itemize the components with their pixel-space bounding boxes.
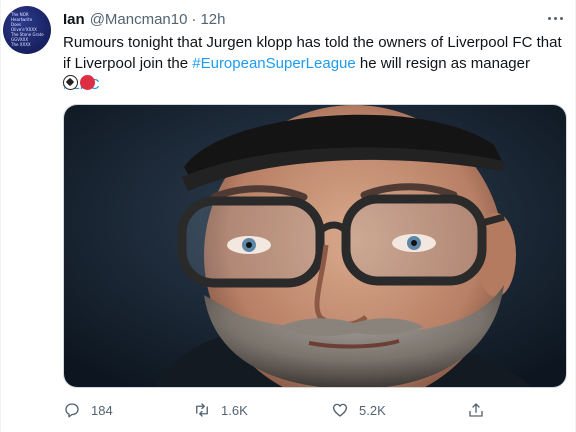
- soccer-ball-icon: [63, 74, 78, 90]
- tweet-text-part: he will resign as manager: [355, 55, 530, 72]
- avatar-lettering: The NOR Heartwrite Does Olive'e'XXXX The…: [11, 12, 44, 47]
- emoji-row: [63, 74, 95, 90]
- like-count: 5.2K: [359, 402, 386, 418]
- retweet-icon: [196, 403, 208, 417]
- tweet-photo[interactable]: [63, 104, 567, 388]
- retweet-button[interactable]: 1.6K: [193, 398, 248, 422]
- hashtag-european-super-league[interactable]: #EuropeanSuperLeague: [192, 55, 355, 72]
- more-options-icon[interactable]: [545, 10, 565, 26]
- tweet-header: Ian @Mancman10 · 12h: [63, 9, 563, 29]
- heart-icon: [332, 403, 348, 417]
- timestamp[interactable]: 12h: [200, 11, 225, 28]
- red-circle-icon: [80, 74, 95, 90]
- tweet-actions: 184 1.6K 5.2K: [63, 398, 503, 422]
- tweet-text: Rumours tonight that Jurgen klopp has to…: [63, 32, 563, 95]
- author-name[interactable]: Ian: [63, 11, 85, 28]
- portrait-illustration: [64, 105, 566, 387]
- share-button[interactable]: [467, 398, 485, 422]
- avatar[interactable]: The NOR Heartwrite Does Olive'e'XXXX The…: [3, 6, 51, 54]
- share-icon: [469, 403, 483, 417]
- reply-count: 184: [91, 402, 113, 418]
- like-button[interactable]: 5.2K: [331, 398, 386, 422]
- separator-dot: ·: [191, 10, 197, 28]
- tweet-card[interactable]: The NOR Heartwrite Does Olive'e'XXXX The…: [0, 0, 576, 432]
- reply-button[interactable]: 184: [63, 398, 113, 422]
- author-handle[interactable]: @Mancman10: [90, 11, 188, 28]
- reply-icon: [65, 403, 79, 418]
- retweet-count: 1.6K: [221, 402, 248, 418]
